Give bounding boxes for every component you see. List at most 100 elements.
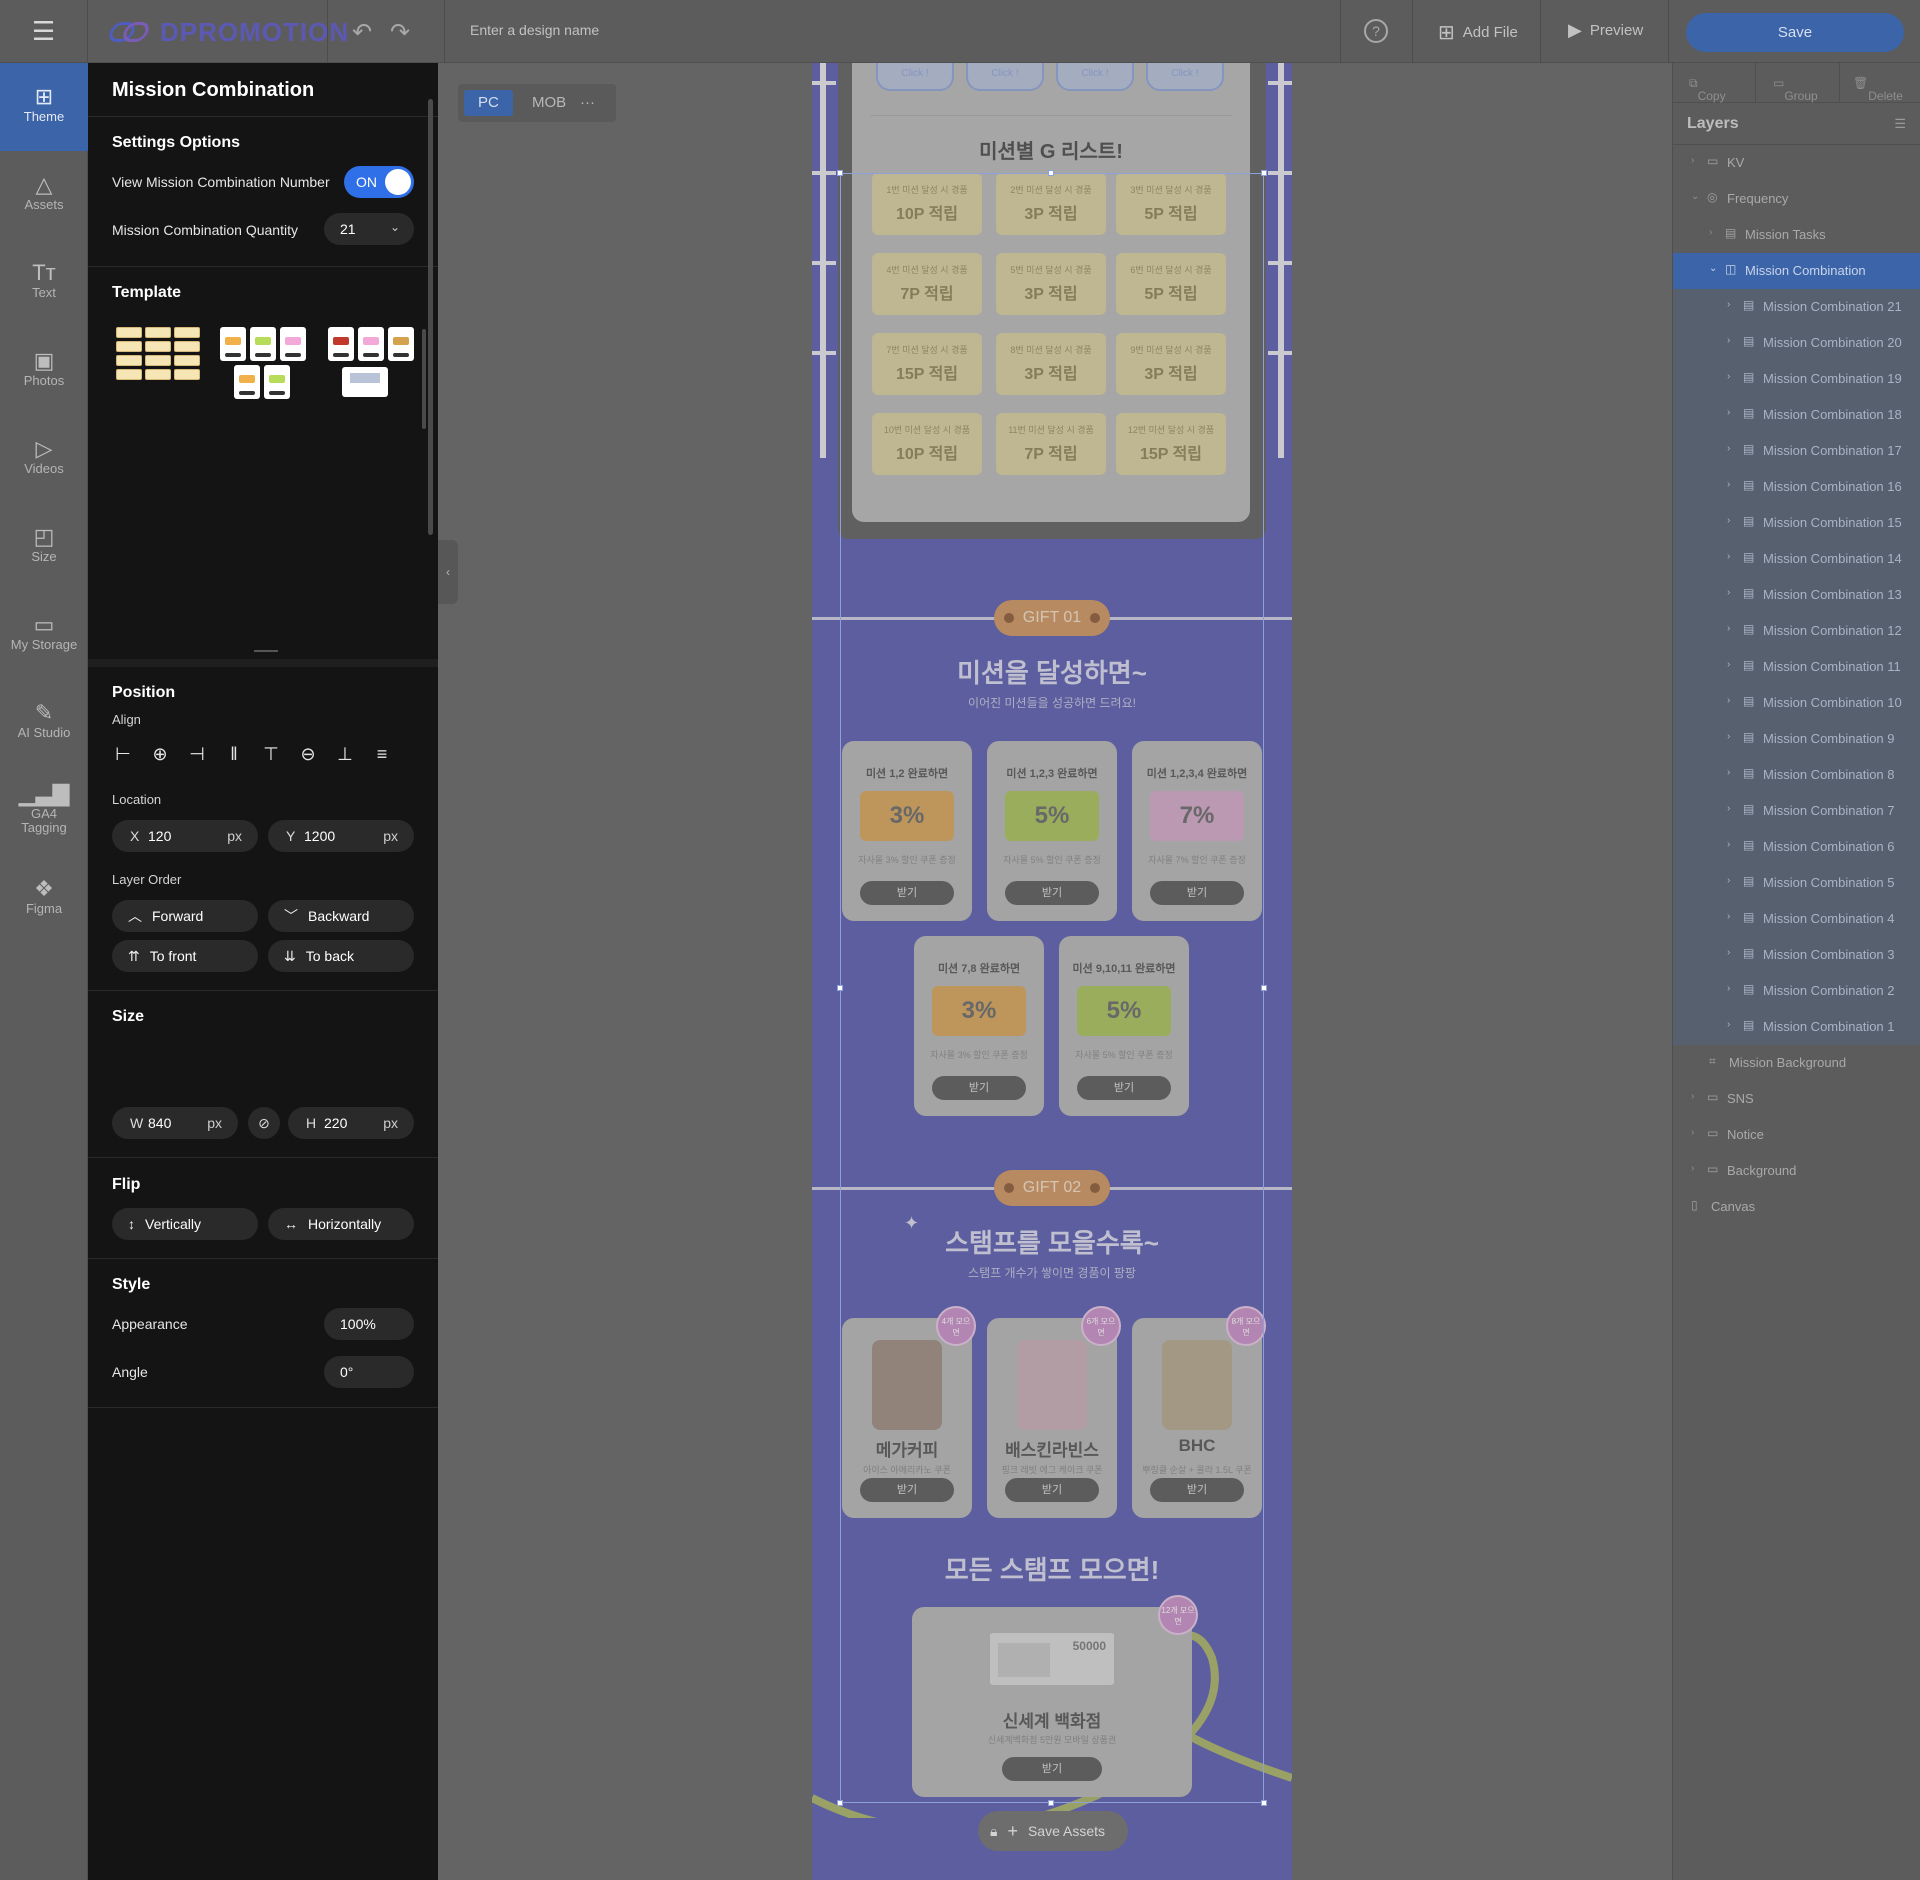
nav-ai-studio[interactable]: ✎ AI Studio <box>0 679 88 767</box>
layer-row[interactable]: › ▤ Mission Combination 20 <box>1673 325 1920 361</box>
collapse-layers-icon[interactable]: ☰ <box>1894 116 1906 132</box>
backward-button[interactable]: ﹀ Backward <box>268 900 414 932</box>
nav-photos[interactable]: ▣ Photos <box>0 327 88 415</box>
receive-button[interactable]: 받기 <box>1005 1478 1099 1502</box>
chevron-right-icon[interactable]: › <box>1727 623 1730 634</box>
align-middle-icon[interactable]: ⊖ <box>297 743 319 765</box>
width-input[interactable]: W 840 px <box>112 1107 238 1139</box>
chevron-right-icon[interactable]: › <box>1727 371 1730 382</box>
layer-row[interactable]: ⌄ ◫ Mission Combination <box>1673 253 1920 289</box>
chevron-right-icon[interactable]: › <box>1727 767 1730 778</box>
layer-row[interactable]: › ▤ Mission Combination 16 <box>1673 469 1920 505</box>
layer-row[interactable]: › ▭ Notice <box>1673 1117 1920 1153</box>
click-button[interactable]: Click ! <box>966 63 1044 91</box>
nav-size[interactable]: ◰ Size <box>0 503 88 591</box>
flip-vertical-button[interactable]: ↕ Vertically <box>112 1208 258 1240</box>
chevron-down-icon[interactable]: ⌄ <box>1691 191 1699 202</box>
template-thumbnail-1[interactable] <box>116 327 200 407</box>
resize-handle[interactable] <box>1048 1800 1054 1806</box>
resize-handle[interactable] <box>837 985 843 991</box>
layer-row[interactable]: › ▭ SNS <box>1673 1081 1920 1117</box>
layer-row[interactable]: › ▤ Mission Tasks <box>1673 217 1920 253</box>
align-bottom-icon[interactable]: ⊥ <box>334 743 356 765</box>
resize-handle[interactable] <box>1261 170 1267 176</box>
chevron-right-icon[interactable]: › <box>1727 875 1730 886</box>
layer-row[interactable]: › ▤ Mission Combination 8 <box>1673 757 1920 793</box>
resize-handle[interactable] <box>1261 985 1267 991</box>
layer-row[interactable]: ▯ Canvas <box>1673 1189 1920 1225</box>
template-scrollbar[interactable] <box>422 329 426 429</box>
layer-row[interactable]: › ▤ Mission Combination 11 <box>1673 649 1920 685</box>
chevron-right-icon[interactable]: › <box>1727 551 1730 562</box>
template-thumbnail-3[interactable] <box>328 327 414 407</box>
layer-row[interactable]: › ▤ Mission Combination 17 <box>1673 433 1920 469</box>
design-name-input[interactable]: Enter a design name <box>470 22 599 38</box>
nav-assets[interactable]: △ Assets <box>0 151 88 239</box>
chevron-right-icon[interactable]: › <box>1727 911 1730 922</box>
receive-button[interactable]: 받기 <box>932 1076 1026 1100</box>
copy-button[interactable]: ⧉ Copy <box>1689 76 1726 103</box>
nav-text[interactable]: Tт Text <box>0 239 88 327</box>
more-icon[interactable]: ··· <box>572 90 603 116</box>
chevron-right-icon[interactable]: › <box>1727 443 1730 454</box>
group-button[interactable]: ▭ Group <box>1773 76 1818 103</box>
chevron-right-icon[interactable]: › <box>1727 299 1730 310</box>
layer-row[interactable]: › ▤ Mission Combination 19 <box>1673 361 1920 397</box>
layer-row[interactable]: › ▤ Mission Combination 5 <box>1673 865 1920 901</box>
layer-row[interactable]: › ▤ Mission Combination 15 <box>1673 505 1920 541</box>
layer-row[interactable]: ⌄ ◎ Frequency <box>1673 181 1920 217</box>
layer-row[interactable]: › ▤ Mission Combination 6 <box>1673 829 1920 865</box>
angle-input[interactable]: 0° <box>324 1356 414 1388</box>
panel-scrollbar[interactable] <box>428 99 433 535</box>
align-left-icon[interactable]: ⊢ <box>112 743 134 765</box>
height-input[interactable]: H 220 px <box>288 1107 414 1139</box>
chevron-right-icon[interactable]: › <box>1727 479 1730 490</box>
save-button[interactable]: Save <box>1686 13 1904 52</box>
help-circle-icon[interactable]: ? <box>1364 19 1388 43</box>
layer-row[interactable]: › ▤ Mission Combination 14 <box>1673 541 1920 577</box>
chevron-right-icon[interactable]: › <box>1727 335 1730 346</box>
save-assets-button[interactable]: 🔒︎ + Save Assets <box>978 1811 1128 1851</box>
y-input[interactable]: Y 1200 px <box>268 820 414 852</box>
nav-videos[interactable]: ▷ Videos <box>0 415 88 503</box>
layer-row[interactable]: › ▤ Mission Combination 21 <box>1673 289 1920 325</box>
layer-row[interactable]: › ▤ Mission Combination 18 <box>1673 397 1920 433</box>
delete-button[interactable]: 🗑︎ Delete <box>1853 76 1903 103</box>
layer-row[interactable]: › ▤ Mission Combination 2 <box>1673 973 1920 1009</box>
chevron-right-icon[interactable]: › <box>1727 1019 1730 1030</box>
collapse-panel-tab[interactable]: ‹ <box>438 540 458 604</box>
chevron-right-icon[interactable]: › <box>1727 659 1730 670</box>
chevron-right-icon[interactable]: › <box>1727 731 1730 742</box>
nav-figma[interactable]: ❖ Figma <box>0 855 88 943</box>
layer-row[interactable]: › ▤ Mission Combination 1 <box>1673 1009 1920 1045</box>
align-top-icon[interactable]: ⊤ <box>260 743 282 765</box>
resize-handle[interactable] <box>837 1800 843 1806</box>
nav-ga4-tagging[interactable]: ▁▃▇ GA4 Tagging <box>0 767 88 855</box>
chevron-right-icon[interactable]: › <box>1727 947 1730 958</box>
appearance-input[interactable]: 100% <box>324 1308 414 1340</box>
resize-handle[interactable] <box>1048 170 1054 176</box>
chevron-right-icon[interactable]: › <box>1727 803 1730 814</box>
unlink-icon[interactable]: ⊘ <box>248 1107 280 1139</box>
chevron-right-icon[interactable]: › <box>1691 1091 1694 1102</box>
nav-my-storage[interactable]: ▭ My Storage <box>0 591 88 679</box>
distribute-vertical-icon[interactable]: ≡ <box>371 743 393 765</box>
to-back-button[interactable]: ⇊ To back <box>268 940 414 972</box>
device-pc-tab[interactable]: PC <box>464 90 513 116</box>
receive-button[interactable]: 받기 <box>1077 1076 1171 1100</box>
distribute-horizontal-icon[interactable]: ‖ <box>223 743 245 765</box>
click-button[interactable]: Click ! <box>1056 63 1134 91</box>
receive-button[interactable]: 받기 <box>860 881 954 905</box>
click-button[interactable]: Click ! <box>1146 63 1224 91</box>
chevron-right-icon[interactable]: › <box>1709 227 1712 238</box>
undo-icon[interactable]: ↶ <box>352 18 372 47</box>
logo[interactable]: DPROMOTION <box>106 16 349 48</box>
chevron-right-icon[interactable]: › <box>1727 407 1730 418</box>
to-front-button[interactable]: ⇈ To front <box>112 940 258 972</box>
receive-button[interactable]: 받기 <box>1150 1478 1244 1502</box>
layer-row[interactable]: › ▤ Mission Combination 4 <box>1673 901 1920 937</box>
receive-button[interactable]: 받기 <box>1150 881 1244 905</box>
chevron-right-icon[interactable]: › <box>1727 839 1730 850</box>
flip-horizontal-button[interactable]: ↔ Horizontally <box>268 1208 414 1240</box>
layer-row[interactable]: › ▭ Background <box>1673 1153 1920 1189</box>
